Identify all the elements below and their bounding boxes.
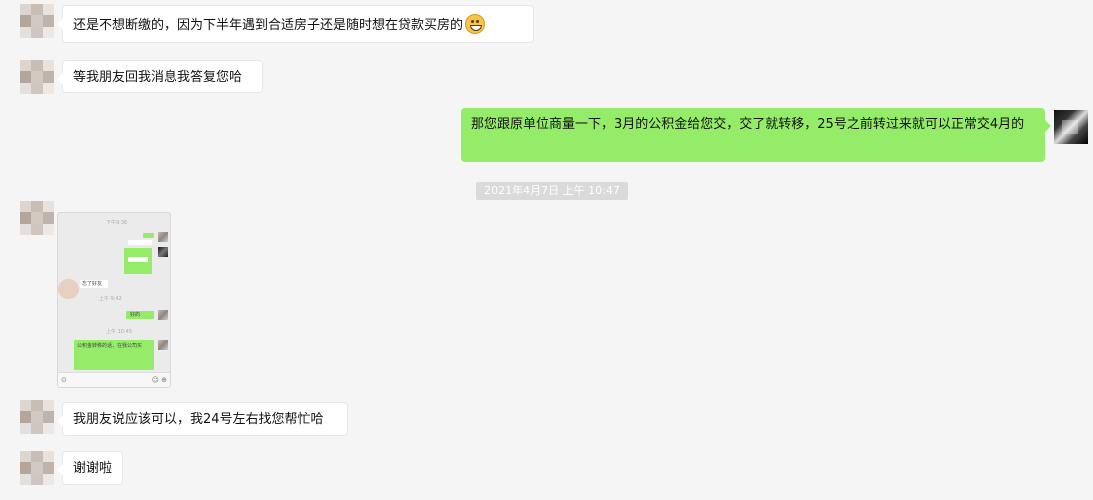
image-message[interactable]: 下午9:36 忘了好友 上午 9:42 好的 上午 10:45 公积金转移的话，… [57, 212, 171, 388]
image-avatar [158, 310, 168, 320]
message-bubble-left[interactable]: 等我朋友回我消息我答复您哈 [57, 60, 263, 93]
grinning-face-icon [465, 14, 486, 34]
contact-avatar[interactable] [20, 201, 54, 235]
image-reply-text: 忘了好友 [82, 281, 103, 287]
message-text: 那您跟原单位商量一下，3月的公积金给您交，交了就转移，25号之前转过来就可以正常… [471, 117, 1025, 132]
message-bubble-left[interactable]: 我朋友说应该可以，我24号左右找您帮忙哈 [57, 402, 348, 436]
self-avatar[interactable] [1054, 110, 1088, 144]
emoji-icon: ☺ ⊕ [151, 376, 167, 384]
contact-avatar[interactable] [20, 4, 54, 38]
image-time-label: 上午 9:42 [99, 296, 122, 302]
avatar-highlight [1062, 120, 1078, 134]
image-white-bubble [128, 240, 152, 245]
message-text: 等我朋友回我消息我答复您哈 [73, 70, 243, 85]
message-text: 谢谢啦 [73, 461, 113, 476]
voice-icon: ⊙ [61, 376, 67, 384]
image-green-bubble [143, 233, 154, 238]
contact-avatar[interactable] [20, 400, 54, 434]
image-time-label: 上午 10:45 [106, 329, 132, 335]
contact-avatar[interactable] [20, 451, 54, 485]
image-white-bubble [128, 257, 148, 262]
image-avatar [158, 232, 168, 242]
timestamp-label: 2021年4月7日 上午 10:47 [476, 182, 628, 200]
contact-avatar[interactable] [20, 60, 54, 94]
message-bubble-left[interactable]: 谢谢啦 [57, 451, 123, 485]
image-green-short-text: 好的 [130, 312, 141, 318]
image-blurred-avatar [58, 279, 79, 299]
message-bubble-right[interactable]: 那您跟原单位商量一下，3月的公积金给您交，交了就转移，25号之前转过来就可以正常… [461, 108, 1051, 162]
image-avatar [158, 340, 168, 350]
image-long-green-text: 公积金转移的话，在我公司买 [77, 343, 143, 349]
image-time-label: 下午9:36 [106, 220, 128, 226]
message-bubble-left[interactable]: 还是不想断缴的，因为下半年遇到合适房子还是随时想在贷款买房的 [57, 5, 534, 43]
message-text: 我朋友说应该可以，我24号左右找您帮忙哈 [73, 412, 324, 427]
message-text: 还是不想断缴的，因为下半年遇到合适房子还是随时想在贷款买房的 [73, 18, 464, 33]
image-avatar [158, 247, 168, 257]
